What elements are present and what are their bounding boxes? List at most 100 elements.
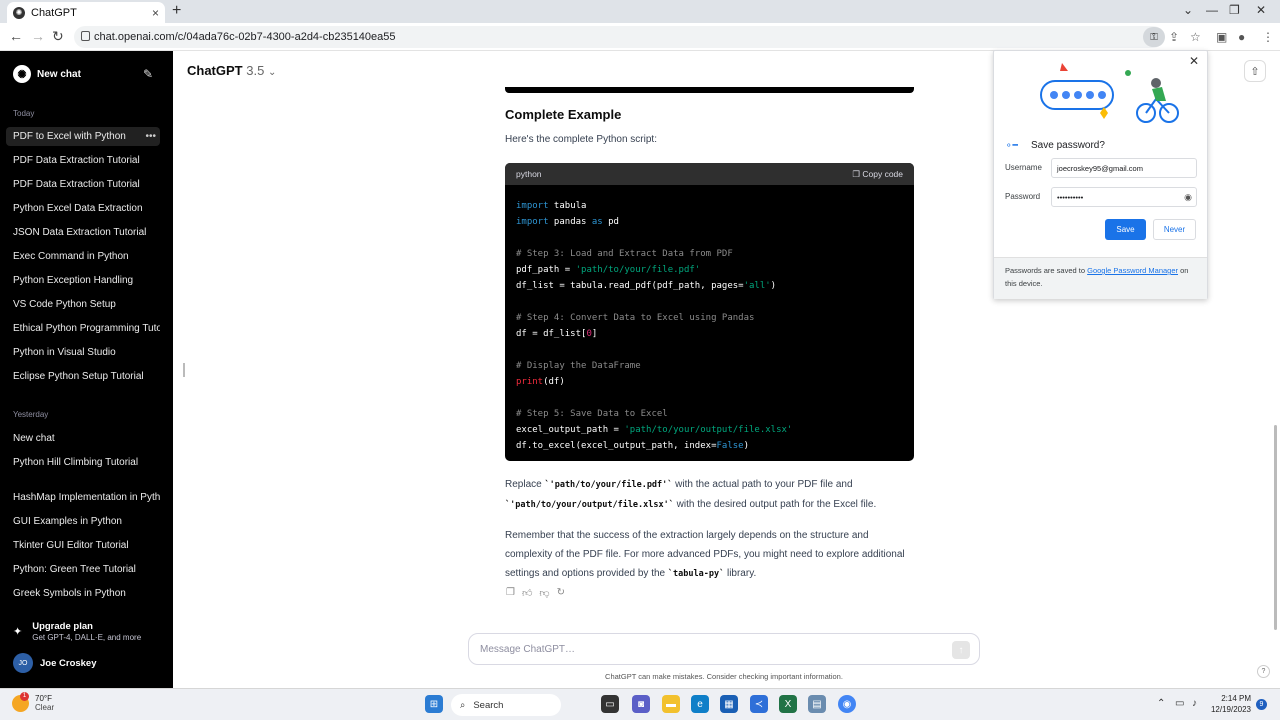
bookmark-star-icon[interactable]: ☆	[1190, 30, 1201, 44]
password-manager-link[interactable]: Google Password Manager	[1087, 266, 1178, 275]
chat-item[interactable]: PDF Data Extraction Tutorial	[6, 151, 160, 170]
dialog-footer: Passwords are saved to Google Password M…	[994, 257, 1207, 299]
help-button[interactable]: ?	[1257, 665, 1270, 678]
lock-icon[interactable]	[81, 31, 90, 41]
eye-icon[interactable]: ◉	[1184, 192, 1192, 203]
new-chat-label: New chat	[37, 68, 81, 80]
chat-item[interactable]: Ethical Python Programming Tuto	[6, 319, 160, 338]
chat-item[interactable]: PDF to Excel with Python •••	[6, 127, 160, 146]
chat-app-icon[interactable]: ◙	[632, 695, 650, 713]
app-icon[interactable]: ▤	[808, 695, 826, 713]
user-name: Joe Croskey	[40, 657, 97, 669]
sidebar: ✺ New chat ✎ Today PDF to Excel with Pyt…	[0, 51, 173, 688]
tab-search-icon[interactable]: ⌄	[1183, 3, 1193, 17]
clock[interactable]: 2:14 PM 12/19/2023	[1207, 693, 1251, 715]
chat-item[interactable]: GUI Examples in Python	[6, 512, 160, 531]
section-heading: Complete Example	[505, 107, 622, 122]
regenerate-icon[interactable]: ↻	[557, 587, 565, 599]
task-view-icon[interactable]: ▭	[601, 695, 619, 713]
windows-start-icon[interactable]: ⊞	[425, 695, 443, 713]
chat-item[interactable]: JSON Data Extraction Tutorial	[6, 223, 160, 242]
chat-item[interactable]: Python Exception Handling	[6, 271, 160, 290]
sidepanel-icon[interactable]: ▣	[1216, 30, 1227, 44]
chat-item[interactable]: Tkinter GUI Editor Tutorial	[6, 536, 160, 555]
chat-item[interactable]: Python in Visual Studio	[6, 343, 160, 362]
back-button[interactable]: ←	[9, 28, 23, 44]
url-text: chat.openai.com/c/04ada76c-02b7-4300-a2d…	[94, 31, 396, 43]
notification-badge[interactable]: 9	[1256, 699, 1267, 710]
chrome-icon[interactable]: ◉	[838, 695, 856, 713]
menu-kebab-icon[interactable]: ⋮	[1262, 30, 1274, 44]
taskbar: 1 70°F Clear ⊞ ⌕ Search ▭ ◙ ▬ e ▦ ≺ X ▤ …	[0, 688, 1280, 720]
chat-item[interactable]: Python Hill Climbing Tutorial	[6, 453, 160, 472]
weather-widget[interactable]: 1 70°F Clear	[12, 691, 55, 712]
share-chat-button[interactable]: ⇧	[1244, 60, 1266, 82]
volume-icon[interactable]: ♪	[1192, 698, 1197, 709]
copy-code-button[interactable]: ❐ Copy code	[852, 169, 903, 180]
more-options-icon[interactable]: •••	[145, 127, 156, 146]
tab-chatgpt[interactable]: ✺ ChatGPT ×	[7, 2, 165, 23]
copy-icon[interactable]: ❐	[506, 587, 515, 599]
chat-item[interactable]: Eclipse Python Setup Tutorial	[6, 367, 160, 386]
message-actions: ❐ 👍︎ 👎︎ ↻	[506, 587, 565, 599]
never-button[interactable]: Never	[1153, 219, 1196, 240]
network-icon[interactable]: ▭	[1175, 698, 1184, 709]
restore-button[interactable]: ❐	[1229, 3, 1240, 17]
chevron-up-icon[interactable]: ⌃	[1157, 698, 1165, 709]
file-explorer-icon[interactable]: ▬	[662, 695, 680, 713]
close-window-button[interactable]: ✕	[1256, 3, 1266, 17]
chat-item[interactable]: Python Excel Data Extraction	[6, 199, 160, 218]
openai-logo-icon: ✺	[13, 65, 31, 83]
excel-icon[interactable]: X	[779, 695, 797, 713]
reload-button[interactable]: ↻	[52, 28, 64, 45]
message-input[interactable]: Message ChatGPT… ↑	[468, 633, 980, 665]
url-field[interactable]: chat.openai.com/c/04ada76c-02b7-4300-a2d…	[74, 26, 1164, 48]
group-label-yesterday: Yesterday	[13, 410, 49, 419]
minimize-button[interactable]: —	[1206, 3, 1218, 17]
profile-icon[interactable]: ●	[1238, 30, 1245, 44]
user-menu[interactable]: JO Joe Croskey	[13, 653, 97, 673]
username-field[interactable]: joecroskey95@gmail.com	[1051, 158, 1197, 178]
chat-item[interactable]: VS Code Python Setup	[6, 295, 160, 314]
weather-condition: Clear	[35, 703, 55, 712]
chat-item[interactable]: Python: Green Tree Tutorial	[6, 560, 160, 579]
upgrade-subtitle: Get GPT-4, DALL·E, and more	[32, 633, 142, 642]
save-button[interactable]: Save	[1105, 219, 1146, 240]
send-button[interactable]: ↑	[952, 641, 970, 659]
model-selector[interactable]: ChatGPT 3.5 ⌄	[187, 63, 276, 78]
chat-item[interactable]: HashMap Implementation in Pyth	[6, 488, 160, 507]
taskbar-search[interactable]: ⌕ Search	[451, 694, 561, 716]
edit-icon[interactable]: ✎	[143, 67, 153, 81]
chevron-down-icon: ⌄	[267, 67, 277, 78]
store-icon[interactable]: ▦	[720, 695, 738, 713]
group-label-today: Today	[13, 109, 35, 118]
thumbs-down-icon[interactable]: 👎︎	[539, 587, 549, 599]
sidebar-resize-handle[interactable]	[183, 363, 185, 377]
new-tab-button[interactable]: +	[172, 2, 181, 20]
edge-browser-icon[interactable]: e	[691, 695, 709, 713]
temperature: 70°F	[35, 694, 52, 703]
disclaimer-text: ChatGPT can make mistakes. Consider chec…	[605, 672, 843, 681]
scrollbar[interactable]	[1274, 425, 1277, 630]
chat-item[interactable]: Greek Symbols in Python	[6, 584, 160, 603]
vscode-icon[interactable]: ≺	[750, 695, 768, 713]
upgrade-plan-button[interactable]: ✦ Upgrade plan Get GPT-4, DALL·E, and mo…	[13, 621, 141, 642]
forward-button[interactable]: →	[31, 28, 45, 44]
close-tab-icon[interactable]: ×	[152, 6, 159, 20]
password-field[interactable]: •••••••••• ◉	[1051, 187, 1197, 207]
thumbs-up-icon[interactable]: 👍︎	[522, 587, 532, 599]
intro-text: Here's the complete Python script:	[505, 134, 657, 145]
clipboard-icon: ❐	[852, 168, 860, 179]
chat-item[interactable]: New chat	[6, 429, 160, 448]
clock-date: 12/19/2023	[1210, 705, 1251, 714]
avatar: JO	[13, 653, 33, 673]
chat-item[interactable]: PDF Data Extraction Tutorial	[6, 175, 160, 194]
new-chat-button[interactable]: ✺ New chat	[13, 65, 81, 83]
clock-time: 2:14 PM	[1221, 694, 1251, 703]
password-label: Password	[1005, 192, 1041, 201]
search-icon: ⌕	[460, 699, 466, 711]
key-icon[interactable]: ⚿	[1143, 27, 1165, 47]
share-page-icon[interactable]: ⇪	[1169, 30, 1179, 44]
chat-item[interactable]: Exec Command in Python	[6, 247, 160, 266]
close-icon[interactable]: ✕	[1189, 54, 1199, 68]
